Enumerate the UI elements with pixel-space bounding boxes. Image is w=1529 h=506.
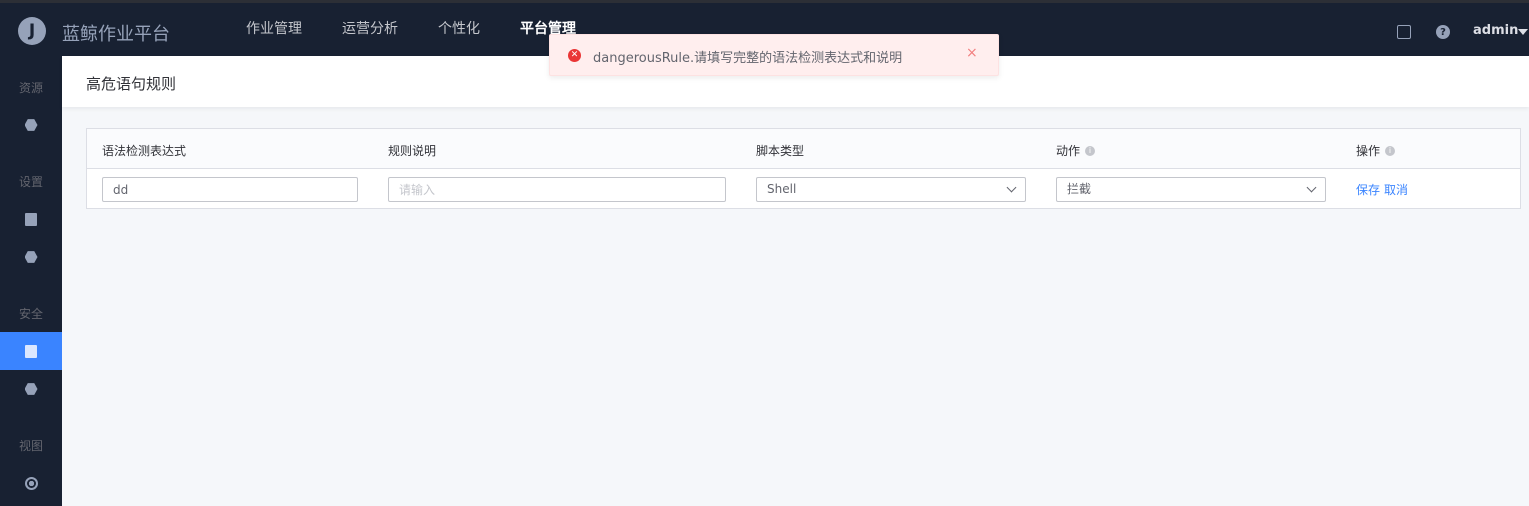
error-toast: ✕ dangerousRule.请填写完整的语法检测表达式和说明 × <box>549 34 999 76</box>
sidebar-item-resource[interactable] <box>0 106 62 144</box>
info-icon[interactable]: i <box>1385 145 1396 156</box>
column-header-expression: 语法检测表达式 <box>102 144 187 158</box>
info-icon[interactable]: i <box>1085 145 1096 156</box>
expression-input[interactable] <box>102 177 358 202</box>
action-select[interactable]: 拦截 <box>1056 177 1326 202</box>
script-type-select[interactable]: Shell <box>756 177 1026 202</box>
chevron-down-icon <box>1306 182 1317 193</box>
description-input[interactable] <box>388 177 726 202</box>
cancel-button[interactable]: 取消 <box>1384 181 1408 198</box>
gear-icon <box>24 383 38 395</box>
view-icon <box>24 476 38 490</box>
column-header-operation: 操作 i <box>1356 142 1396 159</box>
nav-item-job-management[interactable]: 作业管理 <box>226 3 322 56</box>
resource-icon <box>24 119 38 131</box>
action-value: 拦截 <box>1067 182 1092 196</box>
sidebar-item-view[interactable] <box>0 464 62 502</box>
help-icon[interactable]: ? <box>1436 25 1450 39</box>
sidebar: 资源 设置 安全 视图 <box>0 56 62 506</box>
sidebar-item-settings-doc[interactable] <box>0 200 62 238</box>
chevron-down-icon <box>1006 182 1017 193</box>
sidebar-item-dangerous-rules[interactable] <box>0 332 62 370</box>
nav-item-personalization[interactable]: 个性化 <box>418 3 500 56</box>
sidebar-item-settings-gear[interactable] <box>0 238 62 276</box>
app-title[interactable]: 蓝鲸作业平台 <box>62 20 170 46</box>
document-check-icon <box>25 212 37 226</box>
caret-down-icon[interactable] <box>1518 29 1528 35</box>
error-icon: ✕ <box>568 49 581 62</box>
main-nav: 作业管理 运营分析 个性化 平台管理 <box>226 3 596 56</box>
sidebar-item-security-gear[interactable] <box>0 370 62 408</box>
sidebar-group-security: 安全 <box>18 307 43 321</box>
column-header-script-type: 脚本类型 <box>756 144 805 158</box>
rules-table: 语法检测表达式 规则说明 脚本类型 动作i 操作i Shell 拦截 保存 取消 <box>86 128 1521 209</box>
sidebar-group-view: 视图 <box>18 439 43 453</box>
sidebar-group-resource: 资源 <box>18 81 43 95</box>
column-header-action: 动作 i <box>1056 142 1096 159</box>
user-menu[interactable]: admin <box>1473 23 1518 38</box>
toast-message: dangerousRule.请填写完整的语法检测表达式和说明 <box>593 51 903 66</box>
table-header: 语法检测表达式 规则说明 脚本类型 动作 i 操作 i <box>87 129 1520 169</box>
page-title: 高危语句规则 <box>86 75 177 93</box>
save-button[interactable]: 保存 <box>1356 181 1380 198</box>
column-header-description: 规则说明 <box>388 144 437 158</box>
logo-icon[interactable]: J <box>18 17 46 45</box>
close-icon[interactable]: × <box>966 45 978 61</box>
toolbox-icon[interactable] <box>1397 25 1411 39</box>
document-check-icon <box>25 344 37 358</box>
gear-icon <box>24 251 38 263</box>
nav-item-operations-analysis[interactable]: 运营分析 <box>322 3 418 56</box>
script-type-value: Shell <box>767 182 797 196</box>
sidebar-group-settings: 设置 <box>18 175 43 189</box>
